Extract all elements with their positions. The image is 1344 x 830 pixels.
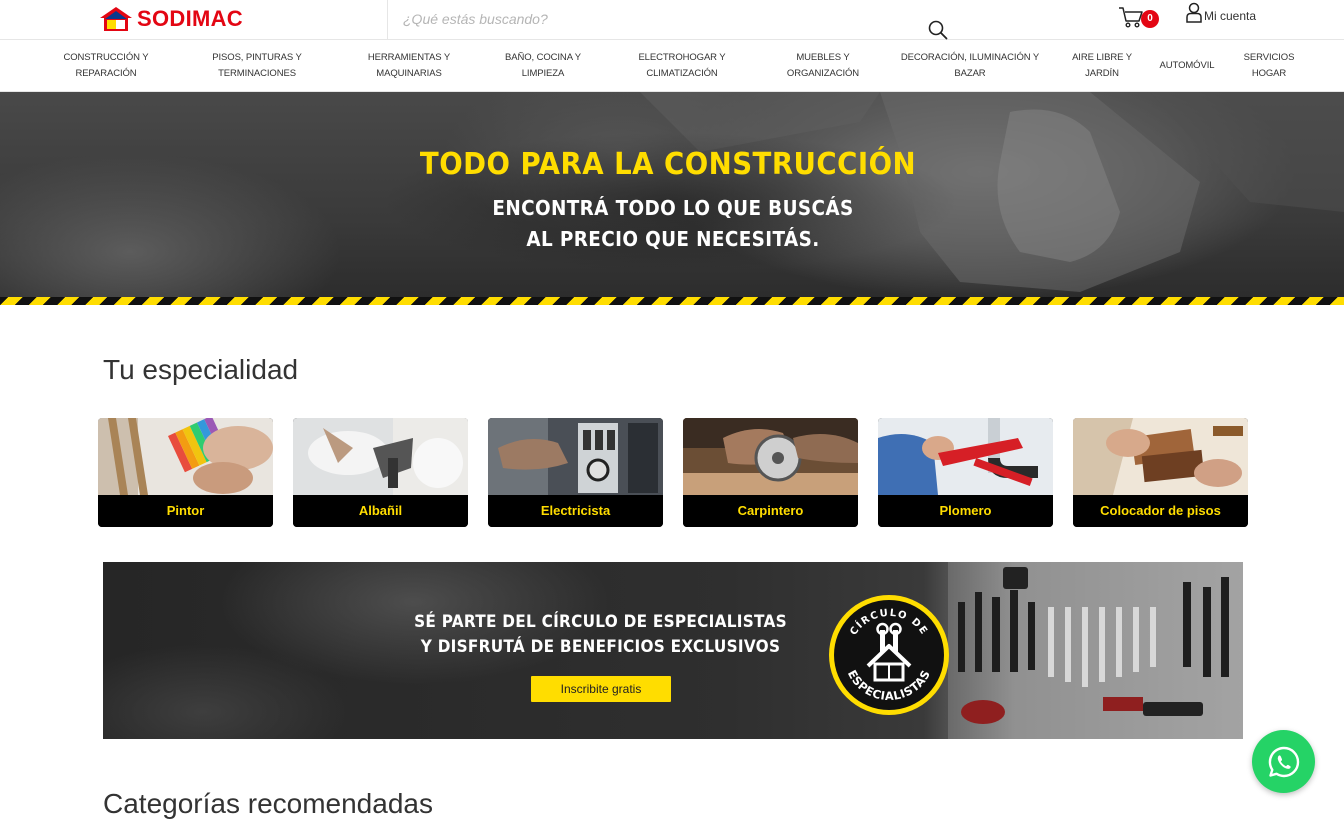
cart-count-badge: 0 xyxy=(1141,10,1159,28)
nav-construccion[interactable]: CONSTRUCCIÓN Y REPARACIÓN xyxy=(56,40,156,92)
nav-label-line2: REPARACIÓN xyxy=(75,68,137,79)
nav-label-line2: JARDÍN xyxy=(1085,68,1119,79)
nav-label-line1: AIRE LIBRE Y xyxy=(1072,52,1132,63)
specialty-card-pintor[interactable]: Pintor xyxy=(98,418,273,527)
account-label: Mi cuenta xyxy=(1204,9,1257,23)
category-nav: CONSTRUCCIÓN Y REPARACIÓN PISOS, PINTURAS… xyxy=(0,40,1344,92)
search-input[interactable] xyxy=(388,0,928,38)
top-header: SODIMAC 0 Mi cuenta xyxy=(0,0,1344,40)
nav-label-line1: BAÑO, COCINA Y xyxy=(504,52,582,63)
nav-herramientas[interactable]: HERRAMIENTAS Y MAQUINARIAS xyxy=(358,40,460,92)
nav-pisos[interactable]: PISOS, PINTURAS Y TERMINACIONES xyxy=(200,40,314,92)
nav-electrohogar[interactable]: ELECTROHOGAR Y CLIMATIZACIÓN xyxy=(628,40,736,92)
hazard-stripe xyxy=(0,297,1344,305)
nav-label-line1: AUTOMÓVIL xyxy=(1159,60,1215,71)
nav-label-line1: DECORACIÓN, ILUMINACIÓN Y xyxy=(900,52,1040,63)
nav-label-line1: CONSTRUCCIÓN Y xyxy=(63,52,149,63)
whatsapp-button[interactable] xyxy=(1252,730,1315,793)
nav-label-line1: MUEBLES Y xyxy=(796,52,850,63)
nav-label-line1: HERRAMIENTAS Y xyxy=(367,52,451,63)
pipe-wrench-photo xyxy=(878,418,1053,495)
specialists-circle-badge: CÍRCULO DE ESPECIALISTAS xyxy=(829,595,949,715)
whatsapp-icon xyxy=(1268,746,1299,777)
nav-label-line2: TERMINACIONES xyxy=(218,68,296,79)
nav-label-line1: ELECTROHOGAR Y xyxy=(638,52,726,63)
specialty-label: Electricista xyxy=(488,495,663,527)
nav-decoracion[interactable]: DECORACIÓN, ILUMINACIÓN Y BAZAR xyxy=(894,40,1046,92)
specialty-label: Plomero xyxy=(878,495,1053,527)
specialty-card-electricista[interactable]: Electricista xyxy=(488,418,663,527)
specialty-label: Pintor xyxy=(98,495,273,527)
specialty-card-albanil[interactable]: Albañil xyxy=(293,418,468,527)
nav-label-line2: BAZAR xyxy=(954,68,986,79)
electrical-panel-photo xyxy=(488,418,663,495)
nav-label-line1: PISOS, PINTURAS Y xyxy=(212,52,302,63)
nav-automovil[interactable]: AUTOMÓVIL xyxy=(1152,40,1222,92)
trowel-photo xyxy=(293,418,468,495)
hero-subtitle-line2: AL PRECIO QUE NECESITÁS. xyxy=(526,227,820,251)
sodimac-logo[interactable]: SODIMAC xyxy=(99,5,243,33)
account-link[interactable]: Mi cuenta xyxy=(1185,2,1256,26)
cart-button[interactable]: 0 xyxy=(1118,5,1162,33)
subscribe-button[interactable]: Inscribite gratis xyxy=(531,676,671,702)
search-bar xyxy=(387,0,967,40)
hero-banner[interactable]: TODO PARA LA CONSTRUCCIÓN ENCONTRÁ TODO … xyxy=(0,92,1344,305)
specialty-card-plomero[interactable]: Plomero xyxy=(878,418,1053,527)
nav-label-line2: MAQUINARIAS xyxy=(376,68,442,79)
nav-label-line2: ORGANIZACIÓN xyxy=(786,68,860,79)
nav-label-line2: LIMPIEZA xyxy=(521,68,565,79)
specialty-label: Carpintero xyxy=(683,495,858,527)
nav-aire-libre[interactable]: AIRE LIBRE Y JARDÍN xyxy=(1064,40,1140,92)
search-button[interactable] xyxy=(927,19,949,41)
specialists-circle-banner[interactable]: SÉ PARTE DEL CÍRCULO DE ESPECIALISTAS Y … xyxy=(103,562,1243,739)
specialties-title: Tu especialidad xyxy=(103,354,299,385)
specialty-card-carpintero[interactable]: Carpintero xyxy=(683,418,858,527)
specialty-label: Albañil xyxy=(293,495,468,527)
recommended-categories-title: Categorías recomendadas xyxy=(103,788,433,819)
house-icon xyxy=(100,7,132,31)
hero-title: TODO PARA LA CONSTRUCCIÓN xyxy=(419,147,917,182)
nav-label-line2: HOGAR xyxy=(1251,68,1287,79)
specialty-label: Colocador de pisos xyxy=(1073,495,1248,527)
nav-label-line1: SERVICIOS xyxy=(1243,52,1295,63)
floor-samples-photo xyxy=(1073,418,1248,495)
specialty-card-colocador-pisos[interactable]: Colocador de pisos xyxy=(1073,418,1248,527)
user-icon xyxy=(1186,2,1202,23)
circular-saw-photo xyxy=(683,418,858,495)
search-icon xyxy=(928,20,948,40)
paint-swatch-photo xyxy=(98,418,273,495)
nav-bano-cocina[interactable]: BAÑO, COCINA Y LIMPIEZA xyxy=(496,40,590,92)
hero-subtitle-line1: ENCONTRÁ TODO LO QUE BUSCÁS xyxy=(492,196,854,220)
brand-name: SODIMAC xyxy=(137,6,243,31)
nav-label-line2: CLIMATIZACIÓN xyxy=(646,68,718,79)
nav-servicios-hogar[interactable]: SERVICIOS HOGAR xyxy=(1234,40,1304,92)
nav-muebles[interactable]: MUEBLES Y ORGANIZACIÓN xyxy=(778,40,868,92)
